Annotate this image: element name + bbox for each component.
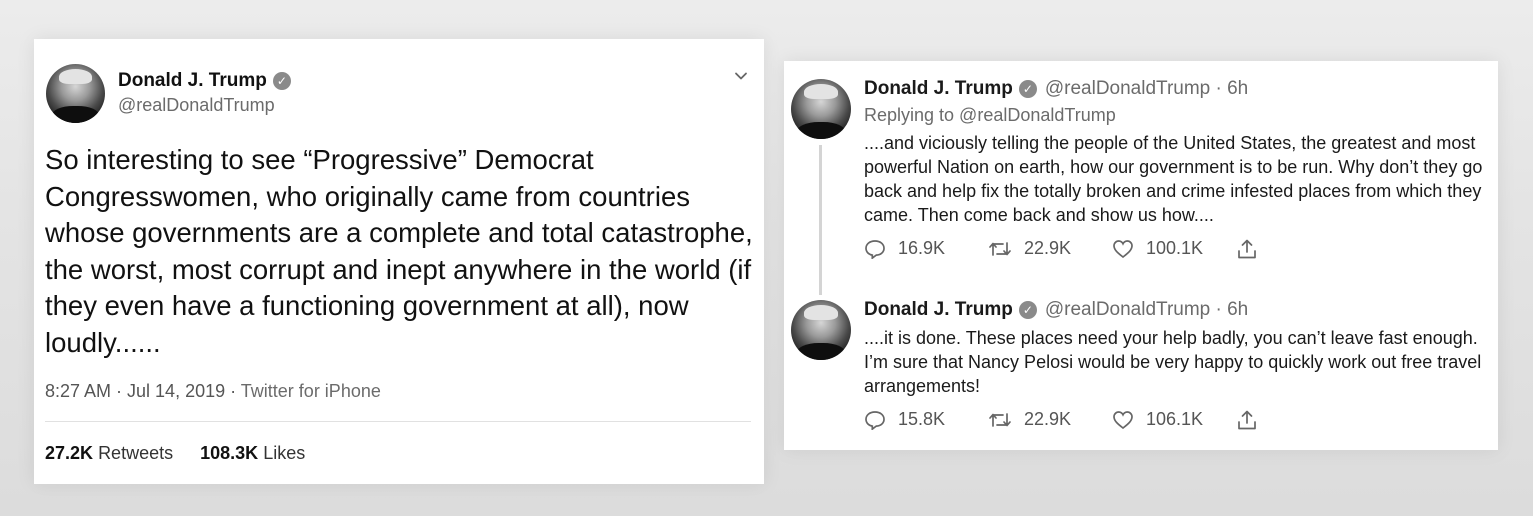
action-bar: 15.8K 22.9K 106.1K: [864, 409, 1284, 433]
reply-text: ....it is done. These places need your h…: [864, 328, 1482, 396]
thread-card: Donald J. Trump ✓ @realDonaldTrump · 6h Re…: [784, 61, 1498, 450]
share-icon: [1238, 239, 1256, 259]
action-bar: 16.9K 22.9K 100.1K: [864, 238, 1284, 262]
share-button[interactable]: [1236, 409, 1270, 431]
likes-stat[interactable]: 108.3K Likes: [200, 443, 305, 463]
retweets-label: Retweets: [98, 443, 174, 463]
tweet-timestamp[interactable]: 8:27 AM · Jul 14, 2019 ·: [45, 381, 236, 401]
reply-header: Donald J. Trump ✓ @realDonaldTrump · 6h: [864, 299, 1248, 321]
reply-count: 15.8K: [898, 409, 946, 429]
like-icon: [1113, 410, 1133, 429]
retweet-icon: [989, 412, 1011, 427]
divider: [45, 421, 751, 422]
tweet-text: So interesting to see “Progressive” Demo…: [45, 144, 753, 358]
like-icon: [1113, 239, 1133, 258]
like-button[interactable]: 100.1K: [1112, 238, 1203, 259]
author-handle[interactable]: @realDonaldTrump: [118, 95, 275, 116]
thread-connector-line: [819, 145, 822, 295]
share-icon: [1238, 410, 1256, 430]
retweet-count: 22.9K: [1024, 409, 1072, 429]
verified-badge-icon: ✓: [1018, 80, 1037, 98]
retweet-button[interactable]: 22.9K: [988, 238, 1071, 259]
replying-to[interactable]: Replying to @realDonaldTrump: [864, 105, 1116, 126]
likes-label: Likes: [263, 443, 306, 463]
main-tweet-card: Donald J. Trump ✓ @realDonaldTrump So int…: [34, 39, 764, 484]
reply-text: ....and viciously telling the people of …: [864, 133, 1483, 225]
author-name-text[interactable]: Donald J. Trump: [118, 70, 267, 91]
reply-button[interactable]: 15.8K: [864, 409, 945, 430]
reply-count: 16.9K: [898, 238, 946, 258]
reply-icon: [865, 410, 885, 430]
like-count: 100.1K: [1146, 238, 1204, 258]
author-avatar[interactable]: [46, 64, 105, 123]
verified-badge-icon: ✓: [272, 72, 291, 90]
retweet-count: 22.9K: [1024, 238, 1072, 258]
like-button[interactable]: 106.1K: [1112, 409, 1203, 430]
author-avatar[interactable]: [791, 300, 851, 360]
retweets-count: 27.2K: [45, 443, 94, 463]
retweet-button[interactable]: 22.9K: [988, 409, 1071, 430]
tweet-meta: 8:27 AM · Jul 14, 2019 · Twitter for iPh…: [45, 381, 381, 402]
author-name[interactable]: Donald J. Trump ✓: [118, 70, 291, 92]
retweets-stat[interactable]: 27.2K Retweets: [45, 443, 173, 463]
handle-time[interactable]: @realDonaldTrump · 6h: [1045, 78, 1248, 99]
author-name[interactable]: Donald J. Trump: [864, 299, 1013, 320]
reply-header: Donald J. Trump ✓ @realDonaldTrump · 6h: [864, 78, 1248, 100]
likes-count: 108.3K: [200, 443, 259, 463]
author-name[interactable]: Donald J. Trump: [864, 78, 1013, 99]
author-avatar[interactable]: [791, 79, 851, 139]
tweet-stats: 27.2K Retweets 108.3K Likes: [45, 443, 305, 464]
reply-button[interactable]: 16.9K: [864, 238, 945, 259]
handle-time[interactable]: @realDonaldTrump · 6h: [1045, 299, 1248, 320]
like-count: 106.1K: [1146, 409, 1204, 429]
verified-badge-icon: ✓: [1018, 301, 1037, 319]
reply-icon: [865, 239, 885, 259]
share-button[interactable]: [1236, 238, 1270, 260]
tweet-source[interactable]: Twitter for iPhone: [241, 381, 381, 401]
retweet-icon: [989, 241, 1011, 256]
chevron-down-icon[interactable]: [734, 69, 748, 83]
